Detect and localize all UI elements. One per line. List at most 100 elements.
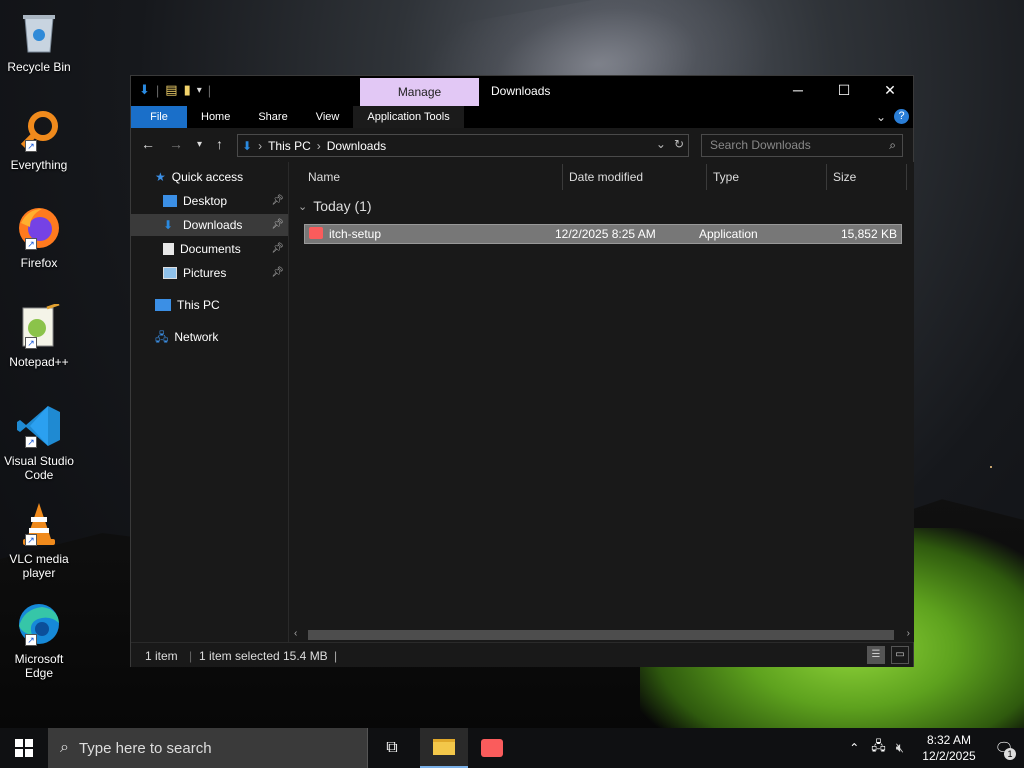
horizontal-scrollbar[interactable]: ‹ › [290,628,914,642]
desktop-icon-edge[interactable]: ↗ Microsoft Edge [2,600,76,680]
chevron-right-icon[interactable]: › [258,139,262,153]
desktop-icon-label: Everything [10,158,68,172]
nav-label: Pictures [183,266,227,280]
pin-icon[interactable]: 📌︎ [271,262,284,284]
start-button[interactable] [0,728,48,768]
forward-arrow-icon[interactable]: → [169,136,183,154]
file-date: 12/2/2025 8:25 AM [555,227,656,241]
star-icon: ★ [155,170,166,184]
details-view-button[interactable]: ☰ [867,646,885,664]
notepad-plus-plus-icon: ↗ [15,303,63,351]
customize-qat-icon[interactable]: ▾ [197,85,202,96]
separator: | [334,649,338,663]
itch-app-icon [309,227,323,239]
clock-date: 12/2/2025 [922,749,976,763]
up-arrow-icon[interactable]: ↑ [216,136,223,154]
column-header-type[interactable]: Type [713,170,739,184]
file-size: 15,852 KB [840,227,897,241]
expand-ribbon-icon[interactable]: ⌄ [876,110,886,124]
nav-quick-access[interactable]: ★ Quick access [155,166,243,188]
taskbar-search-input[interactable]: ⌕ Type here to search [48,728,368,768]
nav-item-pictures[interactable]: Pictures 📌︎ [131,262,288,284]
back-arrow-icon[interactable]: ← [141,136,155,154]
pin-icon[interactable]: 📌︎ [271,238,284,260]
clock[interactable]: 8:32 AM 12/2/2025 [914,732,984,764]
network-icon[interactable]: 🖧︎ [871,737,886,759]
group-header-today[interactable]: ⌄ Today (1) [298,198,372,214]
clock-time: 8:32 AM [926,733,972,747]
tab-view[interactable]: View [302,106,354,128]
help-icon[interactable]: ? [894,109,909,124]
desktop-icon-everything[interactable]: ↗ Everything [2,106,76,172]
notifications-button[interactable]: 🗨︎ 1 [984,728,1024,768]
scroll-right-icon[interactable]: › [907,628,910,639]
breadcrumb-this-pc[interactable]: This PC [268,139,311,153]
download-arrow-icon: ⬇ [139,82,150,97]
nav-network[interactable]: 🖧︎ Network [155,326,218,348]
navigation-pane: ★ Quick access Desktop 📌︎ ⬇ Downloads 📌︎… [131,162,289,642]
pin-icon[interactable]: 📌︎ [271,190,284,212]
tab-application-tools[interactable]: Application Tools [353,106,464,128]
desktop-icon-notepad-plus-plus[interactable]: ↗ Notepad++ [2,303,76,369]
desktop-icon-label: VLC media player [9,552,69,580]
new-folder-icon[interactable]: ▮ [184,82,191,98]
desktop-icon-firefox[interactable]: ↗ Firefox [2,204,76,270]
search-placeholder: Type here to search [78,739,212,757]
minimize-button[interactable]: ─ [775,76,821,106]
desktop-icon-label: Notepad++ [9,355,69,369]
edge-icon: ↗ [15,600,63,648]
chevron-down-icon[interactable]: ⌄ [656,137,666,151]
desktop-icon-vscode[interactable]: ↗ Visual Studio Code [2,402,76,482]
column-header-name[interactable]: Name [308,170,340,184]
chevron-right-icon[interactable]: › [317,139,321,153]
task-view-icon: ⧉ [386,739,398,756]
taskbar-itch[interactable] [468,728,516,768]
search-icon: ⌕ [889,138,896,152]
properties-icon[interactable]: ▤ [165,82,177,98]
nav-label: Documents [180,242,241,256]
nav-item-downloads[interactable]: ⬇ Downloads 📌︎ [131,214,288,236]
windows-logo-icon [15,739,33,757]
group-label: Today (1) [313,198,372,214]
ribbon-tabs: File Home Share View Application Tools ⌄… [131,106,913,128]
tab-share[interactable]: Share [244,106,301,128]
network-icon: 🖧︎ [155,330,169,344]
firefox-icon: ↗ [15,204,63,252]
desktop-icon-vlc[interactable]: ↗ VLC media player [2,500,76,580]
large-icons-view-button[interactable]: ▭ [891,646,909,664]
nav-label: This PC [177,298,220,312]
breadcrumb-downloads[interactable]: Downloads [327,139,386,153]
scrollbar-thumb[interactable] [308,630,894,640]
close-button[interactable]: ✕ [867,76,913,106]
nav-label: Quick access [171,170,244,184]
desktop-icon-recycle-bin[interactable]: Recycle Bin [2,8,76,74]
shortcut-arrow-icon: ↗ [25,634,37,646]
column-header-size[interactable]: Size [833,170,856,184]
search-input[interactable]: Search Downloads ⌕ [701,134,903,157]
vscode-icon: ↗ [15,402,63,450]
nav-this-pc[interactable]: This PC [155,294,220,316]
pin-icon[interactable]: 📌︎ [271,214,284,236]
maximize-button[interactable]: ☐ [821,76,867,106]
pictures-icon [163,267,177,279]
nav-item-desktop[interactable]: Desktop 📌︎ [131,190,288,212]
shortcut-arrow-icon: ↗ [25,238,37,250]
tab-file[interactable]: File [131,106,187,128]
desktop-icon-label: Firefox [20,256,58,270]
column-header-date-modified[interactable]: Date modified [569,170,643,184]
refresh-icon[interactable]: ↻ [674,137,684,151]
table-row[interactable]: itch-setup 12/2/2025 8:25 AM Application… [304,224,902,244]
chevron-up-icon[interactable]: ⌃ [849,741,859,755]
task-view-button[interactable]: ⧉ [368,728,416,768]
tab-home[interactable]: Home [187,106,244,128]
volume-muted-icon[interactable]: 🔇︎ [896,740,904,756]
scroll-left-icon[interactable]: ‹ [294,628,297,639]
recent-locations-icon[interactable]: ▾ [197,136,202,154]
chevron-down-icon: ⌄ [298,200,308,213]
taskbar-file-explorer[interactable] [420,728,468,768]
address-bar[interactable]: ⬇ › This PC › Downloads ⌄ ↻ [237,134,689,157]
nav-item-documents[interactable]: Documents 📌︎ [131,238,288,260]
status-size: 15.4 MB [283,649,328,663]
tab-manage[interactable]: Manage [360,78,479,106]
file-explorer-window: ⬇ | ▤ ▮ ▾ | Manage Downloads ─ ☐ ✕ File … [130,75,914,667]
